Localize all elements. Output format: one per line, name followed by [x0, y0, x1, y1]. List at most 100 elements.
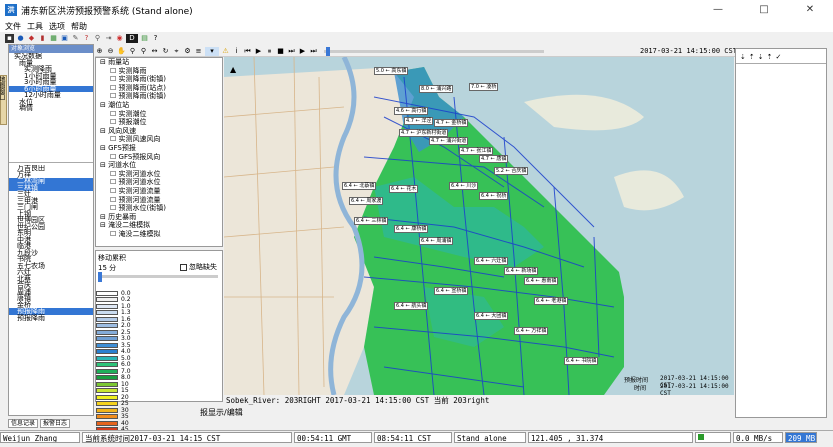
layer-item[interactable]: ☐ 预测降雨(街镇): [96, 92, 222, 101]
layer-checkbox[interactable]: ☐: [110, 118, 119, 126]
layer-item[interactable]: ☐ 实测河道流量: [96, 187, 222, 196]
town-label[interactable]: 5.2 ← 合庆镇: [494, 167, 529, 175]
close-button[interactable]: ✕: [787, 0, 833, 20]
town-label[interactable]: 6.4 ← 大团镇: [474, 312, 509, 320]
layer-item[interactable]: ☐ 实测潮位: [96, 110, 222, 119]
select-icon[interactable]: ⌖: [172, 47, 181, 56]
monitor-icon[interactable]: ▣: [60, 34, 69, 43]
layer-checkbox[interactable]: ☐: [110, 178, 119, 186]
next-frame-icon[interactable]: ▶: [298, 47, 307, 56]
layer-item[interactable]: ⊟ 淹没二维模拟: [96, 221, 222, 230]
layer-item[interactable]: ⊟ 河道水位: [96, 161, 222, 170]
town-label[interactable]: 4.7 ← 沪东新村街道: [399, 129, 449, 137]
menu-tools[interactable]: 工具: [27, 21, 43, 32]
dds-icon[interactable]: D: [126, 33, 138, 43]
right-tool-2-icon[interactable]: ⇡: [749, 53, 755, 61]
town-label[interactable]: 6.4 ← 康桥镇: [394, 225, 429, 233]
map-view[interactable]: 5.0 ← 高东镇 8.0 ← 浦兴路 7.0 ← 凌桥 4.6 ← 高行镇 4.7 ←…: [224, 57, 734, 395]
layer-checkbox[interactable]: ☐: [110, 135, 119, 143]
query-icon[interactable]: ?: [82, 34, 91, 43]
town-label[interactable]: 4.7 ← 金桥镇: [434, 119, 469, 127]
layer-checkbox[interactable]: ☐: [110, 92, 119, 100]
layer-item[interactable]: ☐ GFS预报风向: [96, 153, 222, 162]
collapse-icon[interactable]: ⊟: [100, 101, 108, 109]
town-label[interactable]: 6.4 ← 老港镇: [534, 297, 569, 305]
layer-checkbox[interactable]: ☐: [110, 75, 119, 83]
layer-checkbox[interactable]: ☐: [110, 67, 119, 75]
menu-help[interactable]: 帮助: [71, 21, 87, 32]
town-label[interactable]: 6.4 ← 周家渡: [349, 197, 384, 205]
right-tool-4-icon[interactable]: ⇡: [767, 53, 773, 61]
layer-item[interactable]: ⊟ 历史暴雨: [96, 213, 222, 222]
town-label[interactable]: 6.4 ← 三林镇: [354, 217, 389, 225]
town-label[interactable]: 4.7 ← 张江镇: [459, 147, 494, 155]
zoom-previous-icon[interactable]: ⚲: [139, 47, 148, 56]
minimize-button[interactable]: —: [695, 0, 741, 20]
menu-options[interactable]: 选项: [49, 21, 65, 32]
layer-item[interactable]: ☐ 淹没二维模拟: [96, 230, 222, 239]
layer-item[interactable]: ☐ 预报潮位: [96, 118, 222, 127]
play-icon[interactable]: ▶: [254, 47, 263, 56]
tree-item[interactable]: 墒情: [9, 105, 93, 112]
layer-item[interactable]: ☐ 预测河道水位: [96, 178, 222, 187]
globe-icon[interactable]: ●: [16, 34, 25, 43]
right-tool-3-icon[interactable]: ⇣: [758, 53, 764, 61]
time-slider[interactable]: [324, 46, 544, 56]
collapse-icon[interactable]: ⊟: [100, 213, 108, 221]
stats-icon[interactable]: ▤: [140, 34, 149, 43]
town-label[interactable]: 6.4 ← 惠南镇: [524, 277, 559, 285]
ignore-missing-control[interactable]: 忽略缺失: [180, 262, 217, 272]
side-tab[interactable]: 地图窗口: [0, 75, 7, 125]
chart-icon[interactable]: ▮: [38, 34, 47, 43]
collapse-icon[interactable]: ⊟: [100, 221, 108, 229]
layer-checkbox[interactable]: ☐: [110, 204, 119, 212]
zoom-out-icon[interactable]: ⊖: [106, 47, 115, 56]
step-back-icon[interactable]: ⏮: [243, 47, 252, 56]
map-canvas[interactable]: [224, 57, 734, 395]
maximize-button[interactable]: □: [741, 0, 787, 20]
export-icon[interactable]: ⇥: [104, 34, 113, 43]
right-tool-5-icon[interactable]: ✓: [776, 53, 782, 61]
layer-item[interactable]: ⊟ 潮位站: [96, 101, 222, 110]
collapse-icon[interactable]: ⊟: [100, 161, 108, 169]
zoom-in-icon[interactable]: ⊕: [95, 47, 104, 56]
town-label[interactable]: 4.6 ← 高行镇: [394, 107, 429, 115]
town-label[interactable]: 6.4 ← 周浦镇: [419, 237, 454, 245]
town-label[interactable]: 6.4 ← 宣桥镇: [434, 287, 469, 295]
menu-file[interactable]: 文件: [5, 21, 21, 32]
layer-checkbox[interactable]: ☐: [110, 110, 119, 118]
collapse-icon[interactable]: ⊟: [100, 144, 108, 152]
measure-icon[interactable]: ↔: [150, 47, 159, 56]
settings-icon[interactable]: ⚙: [183, 47, 192, 56]
town-label[interactable]: 6.4 ← 花木: [389, 185, 419, 193]
info-icon[interactable]: i: [232, 47, 241, 56]
town-label[interactable]: 6.4 ← 新场镇: [504, 267, 539, 275]
zoom-box-icon[interactable]: ⚲: [128, 47, 137, 56]
dropdown-icon[interactable]: ▾: [205, 46, 219, 56]
step-forward-icon[interactable]: ⏭: [287, 47, 296, 56]
town-label[interactable]: 6.4 ← 祝桥: [479, 192, 509, 200]
layer-checkbox[interactable]: ☐: [110, 153, 119, 161]
layer-checkbox[interactable]: ☐: [110, 84, 119, 92]
print-icon[interactable]: ▪: [5, 33, 14, 43]
town-label[interactable]: 4.7 ← 浦兴街道: [429, 137, 469, 145]
alarm-icon[interactable]: ◉: [115, 34, 124, 43]
layer-item[interactable]: ☐ 实测风速风向: [96, 135, 222, 144]
stop-icon[interactable]: ■: [276, 47, 285, 56]
layer-checkbox[interactable]: ☐: [110, 187, 119, 195]
layer-item[interactable]: ☐ 预测河道流量: [96, 196, 222, 205]
town-label[interactable]: 8.0 ← 浦兴路: [419, 85, 454, 93]
tab-info-log[interactable]: 信息记录: [8, 419, 39, 428]
help-icon[interactable]: ?: [151, 34, 160, 43]
layer-item[interactable]: ⊟ 雨量站: [96, 58, 222, 67]
town-label[interactable]: 5.0 ← 高东镇: [374, 67, 409, 75]
list-icon[interactable]: ≡: [194, 47, 203, 56]
layer-item[interactable]: ☐ 实测降雨(街镇): [96, 75, 222, 84]
time-slider-thumb[interactable]: [326, 46, 330, 56]
ignore-missing-checkbox[interactable]: [180, 263, 187, 271]
collapse-icon[interactable]: ⊟: [100, 127, 108, 135]
right-tool-1-icon[interactable]: ⇣: [740, 53, 746, 61]
layer-item[interactable]: ⊟ GFS预报: [96, 144, 222, 153]
layer-item[interactable]: ☐ 预测水位(街镇): [96, 204, 222, 213]
tab-alarm-log[interactable]: 报警日志: [40, 419, 71, 428]
